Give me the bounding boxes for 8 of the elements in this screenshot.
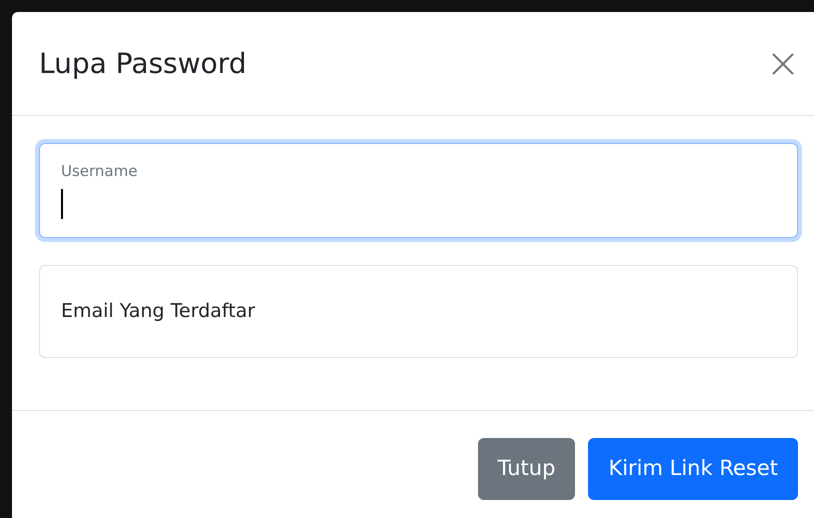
text-cursor xyxy=(61,188,63,218)
dialog-button[interactable]: Tutup xyxy=(478,438,576,500)
dialog-button[interactable]: Kirim Link Reset xyxy=(588,438,798,500)
field-label: Email Yang Terdaftar xyxy=(61,299,256,324)
field-label: Username xyxy=(61,161,138,182)
input-field[interactable]: Email Yang Terdaftar xyxy=(39,265,798,358)
dialog-title: Lupa Password xyxy=(39,46,246,82)
close-icon xyxy=(771,52,795,76)
